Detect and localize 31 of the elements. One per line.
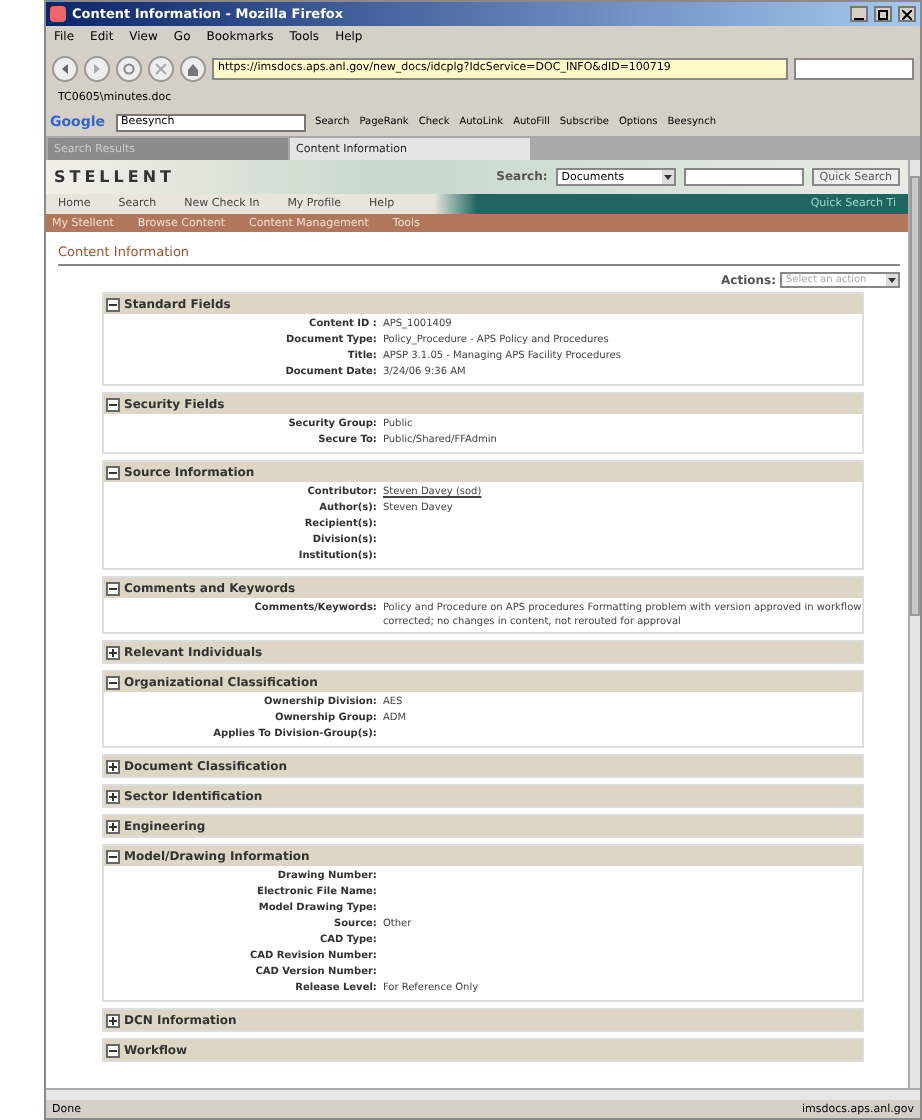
search-field[interactable] <box>794 57 914 79</box>
expand-icon[interactable] <box>106 819 120 833</box>
quick-search-field[interactable] <box>683 168 804 186</box>
back-button[interactable] <box>52 55 78 81</box>
site-logo: STELLENT <box>54 168 177 186</box>
circle-icon[interactable] <box>122 61 136 75</box>
collapse-icon[interactable] <box>106 1043 120 1057</box>
expand-icon[interactable] <box>106 645 120 659</box>
dropdown-icon[interactable] <box>886 274 898 286</box>
minimize-button[interactable] <box>850 6 868 22</box>
close-icon[interactable] <box>902 9 912 19</box>
left-arrow-icon[interactable] <box>58 61 72 75</box>
collapse-icon[interactable] <box>106 675 120 689</box>
expand-icon[interactable] <box>106 1013 120 1027</box>
maximize-button[interactable] <box>874 6 892 22</box>
vertical-scrollbar[interactable] <box>908 160 920 1088</box>
expand-icon[interactable] <box>106 759 120 773</box>
collapse-icon[interactable] <box>106 397 120 411</box>
horizontal-scrollbar[interactable] <box>46 1088 920 1100</box>
collapse-icon[interactable] <box>106 849 120 863</box>
collapse-icon[interactable] <box>106 581 120 595</box>
dropdown-icon[interactable] <box>661 170 674 184</box>
expand-icon[interactable] <box>106 789 120 803</box>
house-icon[interactable] <box>186 61 200 75</box>
collapse-icon[interactable] <box>106 297 120 311</box>
maximize-icon[interactable] <box>878 9 888 19</box>
close-button[interactable] <box>898 6 916 22</box>
home-button[interactable] <box>180 55 206 81</box>
collapse-icon[interactable] <box>106 465 120 479</box>
browser-logo-icon <box>50 6 66 22</box>
reload-button[interactable] <box>116 55 142 81</box>
